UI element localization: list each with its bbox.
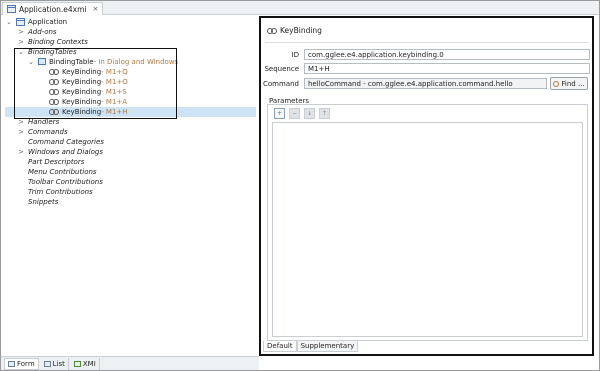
tab-xmi-label: XMI bbox=[82, 359, 96, 368]
list-icon bbox=[43, 360, 51, 367]
editor-window: Application.e4xmi × ⌄ Application > Add-… bbox=[0, 0, 600, 371]
tree-item-commands[interactable]: > Commands bbox=[17, 127, 68, 137]
add-parameter-icon[interactable]: + bbox=[274, 108, 285, 119]
tree-item-toolbar-contributions[interactable]: Toolbar Contributions bbox=[17, 177, 103, 187]
tree-item-menu-contributions[interactable]: Menu Contributions bbox=[17, 167, 97, 177]
close-icon[interactable]: × bbox=[93, 5, 99, 13]
tree-item-label: Trim Contributions bbox=[28, 187, 93, 196]
tree-item-label: Handlers bbox=[28, 117, 60, 126]
tab-xmi[interactable]: XMI bbox=[71, 357, 100, 370]
divider bbox=[265, 42, 588, 43]
tree-item-label: Snippets bbox=[28, 197, 59, 206]
chevron-right-icon[interactable]: > bbox=[17, 38, 25, 46]
tree-item-application[interactable]: ⌄ Application bbox=[5, 17, 67, 27]
tree-item-label: Binding Contexts bbox=[28, 37, 88, 46]
tree-item-part-descriptors[interactable]: Part Descriptors bbox=[17, 157, 84, 167]
editor-tabbar: Application.e4xmi × bbox=[1, 1, 599, 15]
form-icon bbox=[8, 360, 15, 367]
tab-list[interactable]: List bbox=[41, 357, 69, 370]
tree-item-label: Part Descriptors bbox=[28, 157, 85, 166]
tree-item-snippets[interactable]: Snippets bbox=[17, 197, 58, 207]
detail-header: KeyBinding bbox=[267, 26, 322, 35]
keybinding-detail-panel: KeyBinding ID com.gglee.e4.application.k… bbox=[259, 16, 594, 356]
move-up-icon[interactable]: ↑ bbox=[319, 108, 330, 119]
tab-default[interactable]: Default bbox=[263, 341, 297, 352]
application-model-icon bbox=[7, 5, 16, 13]
search-icon bbox=[553, 80, 560, 87]
editor-page-tabs: Form List XMI bbox=[1, 356, 259, 370]
parameters-section: + − ↓ ↑ bbox=[267, 104, 588, 341]
detail-title: KeyBinding bbox=[280, 26, 322, 35]
tree-root-label: Application bbox=[28, 17, 68, 26]
sequence-field[interactable]: M1+H bbox=[304, 63, 590, 74]
editor-tab-title: Application.e4xmi bbox=[19, 4, 87, 14]
command-field[interactable]: helloCommand - com.gglee.e4.application.… bbox=[304, 78, 547, 89]
parameters-table[interactable] bbox=[272, 122, 583, 337]
tree-item-label: Command Categories bbox=[28, 137, 104, 146]
chevron-down-icon[interactable]: ⌄ bbox=[5, 18, 13, 26]
tab-supplementary[interactable]: Supplementary bbox=[296, 341, 359, 352]
keybinding-icon bbox=[267, 28, 277, 34]
find-button-label: Find ... bbox=[561, 79, 585, 88]
tree-item-trim-contributions[interactable]: Trim Contributions bbox=[17, 187, 93, 197]
find-button[interactable]: Find ... bbox=[550, 77, 588, 90]
sequence-label: Sequence bbox=[264, 65, 299, 73]
tree-item-label: Add-ons bbox=[28, 27, 57, 36]
id-field[interactable]: com.gglee.e4.application.keybinding.0 bbox=[304, 49, 590, 60]
binding-table-highlight bbox=[14, 48, 177, 119]
move-down-icon[interactable]: ↓ bbox=[304, 108, 315, 119]
chevron-right-icon[interactable]: > bbox=[17, 128, 25, 136]
detail-tabs: Default Supplementary bbox=[263, 341, 359, 352]
tree-item-label: Windows and Dialogs bbox=[28, 147, 103, 156]
tree-item-windows-dialogs[interactable]: > Windows and Dialogs bbox=[17, 147, 103, 157]
xmi-icon bbox=[73, 360, 81, 367]
tree-item-addons[interactable]: > Add-ons bbox=[17, 27, 57, 37]
tree-item-label: Menu Contributions bbox=[28, 167, 97, 176]
remove-parameter-icon[interactable]: − bbox=[289, 108, 300, 119]
tree-item-label: Toolbar Contributions bbox=[28, 177, 103, 186]
editor-tab[interactable]: Application.e4xmi × bbox=[2, 2, 104, 15]
application-icon bbox=[16, 17, 25, 26]
chevron-right-icon[interactable]: > bbox=[17, 148, 25, 156]
tab-list-label: List bbox=[52, 359, 65, 368]
tab-form-label: Form bbox=[17, 359, 35, 368]
command-label: Command bbox=[263, 80, 299, 88]
tab-form[interactable]: Form bbox=[4, 357, 39, 370]
chevron-right-icon[interactable]: > bbox=[17, 28, 25, 36]
tree-item-command-categories[interactable]: Command Categories bbox=[17, 137, 104, 147]
chevron-right-icon[interactable]: > bbox=[17, 118, 25, 126]
id-label: ID bbox=[291, 51, 299, 59]
tree-item-label: Commands bbox=[28, 127, 68, 136]
tree-item-binding-contexts[interactable]: > Binding Contexts bbox=[17, 37, 88, 47]
